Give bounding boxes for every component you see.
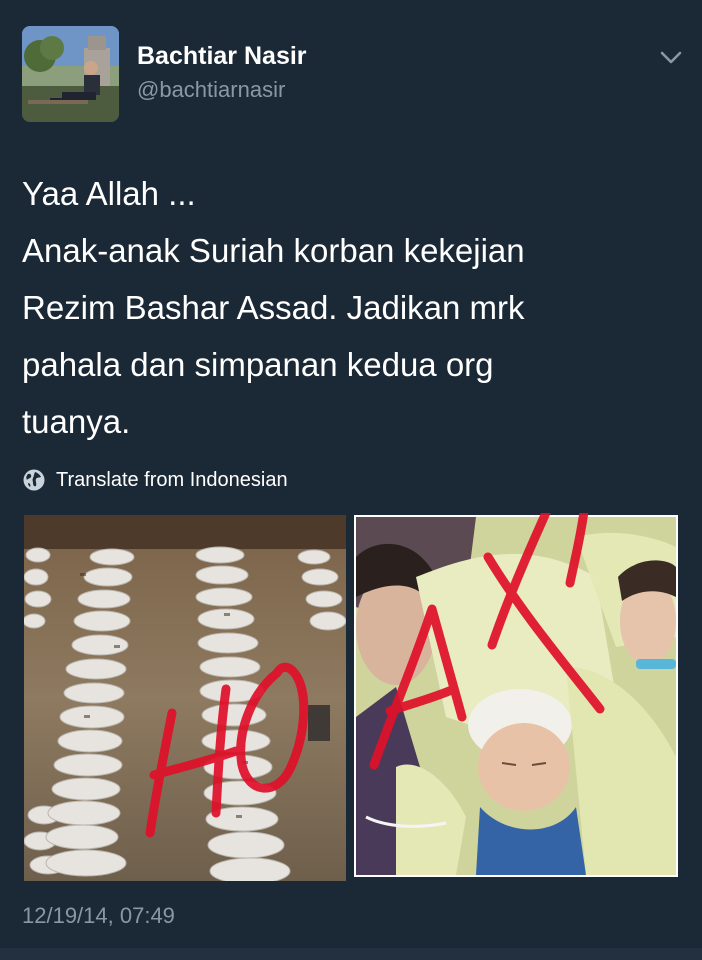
photo-children: [356, 517, 676, 875]
tweet-media[interactable]: [22, 513, 680, 885]
globe-icon: [23, 469, 45, 491]
avatar-photo: [22, 26, 119, 122]
translate-link[interactable]: Translate from Indonesian: [22, 466, 288, 494]
chevron-down-icon[interactable]: [659, 50, 683, 66]
author-handle[interactable]: @bachtiarnasir: [137, 77, 285, 103]
photo-right[interactable]: [354, 515, 678, 877]
avatar[interactable]: [22, 26, 119, 122]
tweet-text-line: Anak-anak Suriah korban kekejian: [22, 232, 525, 269]
translate-label[interactable]: Translate from Indonesian: [56, 469, 288, 492]
bottom-divider: [0, 948, 702, 960]
tweet-text-line: Rezim Bashar Assad. Jadikan mrk: [22, 289, 525, 326]
author-name[interactable]: Bachtiar Nasir: [137, 42, 307, 71]
tweet-text: Yaa Allah ... Anak-anak Suriah korban ke…: [22, 165, 662, 450]
photo-shrouded-bodies: [24, 515, 346, 881]
photo-left[interactable]: [24, 515, 346, 881]
tweet-text-line: pahala dan simpanan kedua org: [22, 346, 494, 383]
tweet-text-line: Yaa Allah ...: [22, 175, 196, 212]
tweet-timestamp[interactable]: 12/19/14, 07:49: [22, 903, 175, 929]
tweet-text-line: tuanya.: [22, 403, 131, 440]
tweet-header: Bachtiar Nasir @bachtiarnasir: [0, 0, 702, 140]
